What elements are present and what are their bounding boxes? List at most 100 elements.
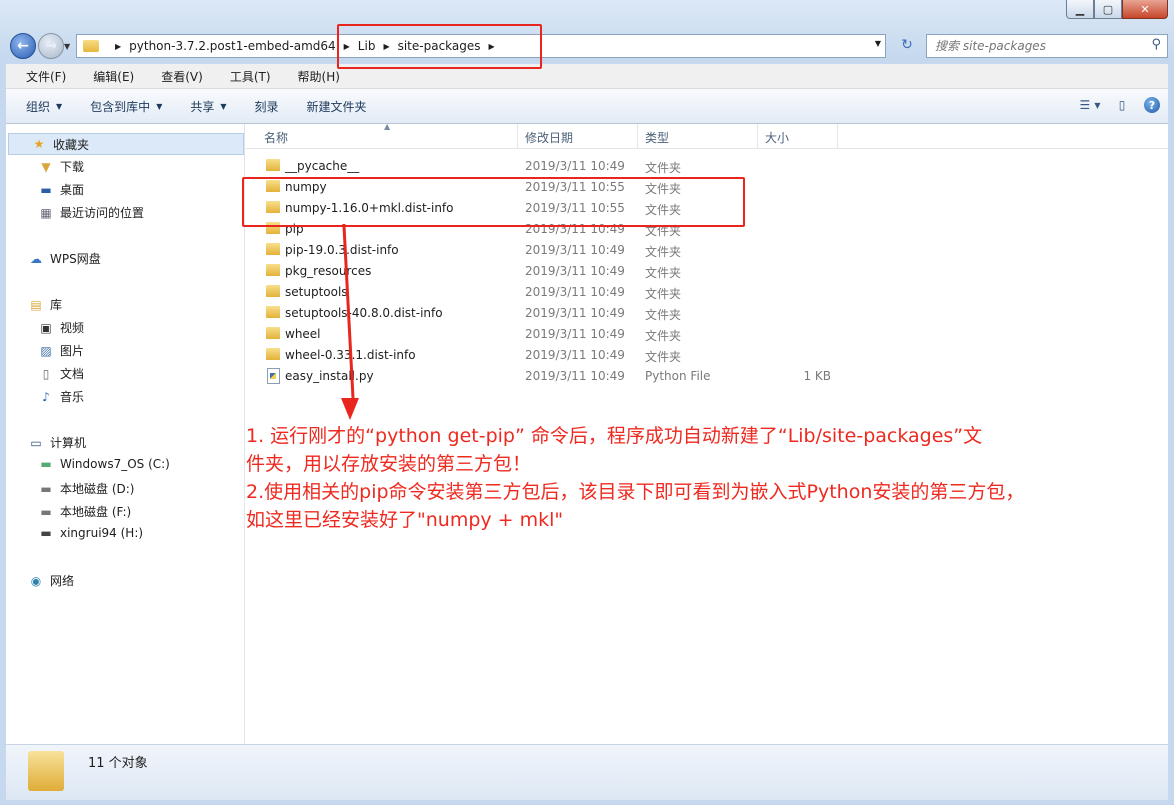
sidebar-item-documents[interactable]: ▯ 文档 (38, 365, 84, 382)
column-divider[interactable] (517, 124, 518, 148)
file-date: 2019/3/11 10:49 (525, 264, 625, 278)
sidebar-item-drive-h[interactable]: ▬ xingrui94 (H:) (38, 526, 143, 540)
file-row[interactable]: wheel-0.33.1.dist-info2019/3/11 10:49文件夹 (246, 345, 1168, 366)
sidebar-item-network[interactable]: ◉ 网络 (28, 572, 74, 589)
file-row[interactable]: setuptools 2019/3/11 10:49 文件夹 (246, 282, 1168, 303)
sidebar-item-label: 库 (50, 298, 63, 312)
close-button[interactable]: ✕ (1122, 0, 1168, 19)
sidebar-item-recent[interactable]: ▦ 最近访问的位置 (38, 204, 144, 221)
sidebar-item-label: Windows7_OS (C:) (60, 457, 170, 471)
maximize-button[interactable]: ▢ (1094, 0, 1122, 19)
sidebar-item-drive-f[interactable]: ▬ 本地磁盘 (F:) (38, 503, 131, 520)
file-row[interactable]: __pycache__ 2019/3/11 10:49 文件夹 (246, 156, 1168, 177)
sidebar-item-label: 计算机 (50, 436, 87, 450)
organize-button[interactable]: 组织 ▼ (6, 98, 76, 115)
file-date: 2019/3/11 10:49 (525, 159, 625, 173)
help-icon[interactable]: ? (1144, 97, 1160, 113)
sidebar-item-drive-c[interactable]: ▬ Windows7_OS (C:) (38, 457, 170, 471)
forward-button[interactable]: → (38, 33, 64, 59)
sidebar-item-label: 本地磁盘 (F:) (60, 505, 132, 519)
file-date: 2019/3/11 10:49 (525, 285, 625, 299)
sidebar-item-music[interactable]: ♪ 音乐 (38, 388, 84, 405)
search-icon[interactable]: ⚲ (1151, 37, 1161, 52)
annotation-line: 如这里已经安装好了"numpy + mkl" (246, 509, 564, 531)
folder-icon (266, 285, 280, 297)
folder-icon (266, 264, 280, 276)
preview-pane-icon[interactable]: ▯ (1112, 95, 1132, 115)
sidebar-item-library[interactable]: ▤ 库 (28, 296, 62, 313)
file-row[interactable]: easy_install.py 2019/3/11 10:49 Python Fil… (246, 366, 1168, 387)
column-divider[interactable] (637, 124, 638, 148)
sort-ascending-icon: ▲ (384, 122, 391, 131)
usb-drive-icon: ▬ (40, 526, 52, 540)
burn-label: 刻录 (254, 99, 279, 114)
menu-tools[interactable]: 工具(T) (210, 68, 278, 85)
column-header: ▲ 名称 修改日期 类型 大小 (246, 122, 1168, 149)
file-type: 文件夹 (645, 266, 682, 280)
menu-view[interactable]: 查看(V) (141, 68, 210, 85)
menu-help[interactable]: 帮助(H) (278, 68, 347, 85)
menu-edit[interactable]: 编辑(E) (73, 68, 141, 85)
minimize-button[interactable]: ▁ (1066, 0, 1094, 19)
file-name: pkg_resources (285, 264, 372, 278)
file-row[interactable]: setuptools-40.8.0.dist-info 2019/3/11 10:… (246, 303, 1168, 324)
library-icon: ▤ (30, 297, 42, 312)
file-type: Python File (645, 369, 711, 383)
file-row[interactable]: pkg_resources 2019/3/11 10:49 文件夹 (246, 261, 1168, 282)
new-folder-label: 新建文件夹 (306, 99, 367, 114)
sidebar-item-drive-d[interactable]: ▬ 本地磁盘 (D:) (38, 480, 134, 497)
search-input[interactable] (933, 38, 1137, 54)
breadcrumb-item-python-embed[interactable]: python-3.7.2.post1-embed-amd64 (129, 39, 335, 53)
share-button[interactable]: 共享 ▼ (176, 98, 240, 115)
sidebar-item-label: 本地磁盘 (D:) (60, 482, 135, 496)
back-button[interactable]: ← (10, 33, 36, 59)
sidebar-item-wps[interactable]: ☁ WPS网盘 (28, 250, 101, 267)
navigation-bar: ← → ▼ ▶ python-3.7.2.post1-embed-amd64 ▶… (6, 30, 1168, 60)
item-count: 11 个对象 (88, 756, 148, 771)
new-folder-button[interactable]: 新建文件夹 (293, 98, 381, 115)
column-size[interactable]: 大小 (765, 129, 789, 146)
download-icon: ▼ (41, 159, 51, 174)
file-row[interactable]: wheel 2019/3/11 10:49 文件夹 (246, 324, 1168, 345)
sidebar-item-videos[interactable]: ▣ 视频 (38, 319, 84, 336)
annotation-line: 1. 运行刚才的“python get-pip” 命令后，程序成功自动新建了“L… (246, 425, 983, 447)
refresh-button[interactable]: ↻ (896, 34, 918, 56)
folder-icon (83, 40, 99, 52)
sidebar-item-label: 音乐 (60, 390, 85, 404)
sidebar-item-downloads[interactable]: ▼ 下载 (38, 158, 84, 175)
file-name: setuptools (285, 285, 348, 299)
file-date: 2019/3/11 10:49 (525, 369, 625, 383)
drive-icon: ▬ (40, 457, 52, 471)
sidebar-item-label: 下载 (60, 160, 85, 174)
column-divider[interactable] (837, 124, 838, 148)
sidebar-item-label: xingrui94 (H:) (60, 526, 144, 540)
file-row[interactable]: pip-19.0.3.dist-info 2019/3/11 10:49 文件夹 (246, 240, 1168, 261)
file-name: setuptools-40.8.0.dist-info (285, 306, 443, 320)
include-library-button[interactable]: 包含到库中 ▼ (76, 98, 176, 115)
view-options-icon[interactable]: ☰ ▼ (1080, 95, 1101, 115)
arrow-right-icon: → (45, 38, 57, 54)
sidebar-item-label: 视频 (60, 321, 85, 335)
address-dropdown-icon[interactable]: ▼ (875, 39, 881, 48)
file-type: 文件夹 (645, 350, 682, 364)
column-name[interactable]: 名称 (264, 129, 288, 146)
burn-button[interactable]: 刻录 (241, 98, 293, 115)
search-box[interactable]: ⚲ (926, 34, 1168, 58)
folder-icon (266, 243, 280, 255)
annotation-box-numpy (242, 177, 745, 227)
file-type: 文件夹 (645, 287, 682, 301)
computer-icon: ▭ (30, 435, 42, 450)
desktop-icon: ▬ (40, 182, 52, 197)
file-name: wheel (285, 327, 321, 341)
column-type[interactable]: 类型 (645, 129, 669, 146)
recent-pages-dropdown[interactable]: ▼ (64, 42, 70, 51)
sidebar-item-computer[interactable]: ▭ 计算机 (28, 434, 86, 451)
sidebar-item-favorites[interactable]: ★ 收藏夹 (8, 133, 244, 155)
column-divider[interactable] (757, 124, 758, 148)
details-pane: 11 个对象 (6, 744, 1168, 800)
sidebar-item-pictures[interactable]: ▨ 图片 (38, 342, 84, 359)
column-date[interactable]: 修改日期 (525, 129, 573, 146)
menu-file[interactable]: 文件(F) (6, 68, 73, 85)
sidebar-item-desktop[interactable]: ▬ 桌面 (38, 181, 84, 198)
folder-icon (266, 348, 280, 360)
